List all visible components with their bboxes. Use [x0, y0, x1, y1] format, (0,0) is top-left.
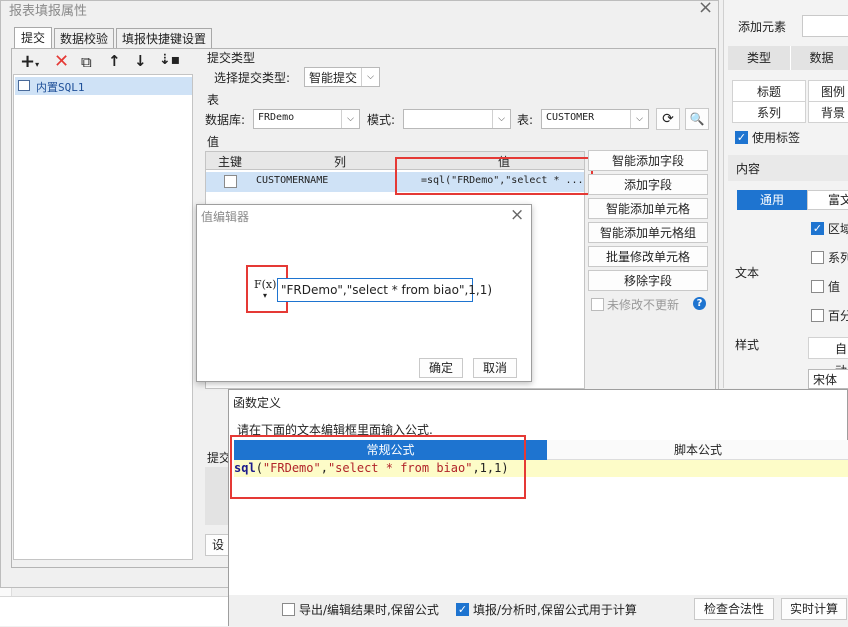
refresh-button[interactable]: ⟳	[656, 108, 680, 130]
submit-type-section: 提交类型	[207, 51, 256, 65]
table-section: 表	[207, 93, 220, 107]
ok-button[interactable]: 确定	[419, 358, 463, 378]
chevron-down-icon: ⌵	[492, 110, 510, 128]
sql-item-icon	[18, 80, 30, 91]
no-modify-label: 未修改不更新	[607, 298, 680, 312]
sheet-grid-bottom	[0, 596, 230, 626]
font-select[interactable]: 宋体	[808, 369, 848, 389]
add-element-label: 添加元素	[738, 20, 787, 34]
export-keep-label: 导出/编辑结果时,保留公式	[299, 603, 439, 617]
sort-icon[interactable]: ⇣▪	[159, 52, 180, 68]
area-checkbox[interactable]: ✓	[811, 222, 824, 235]
add-field-button[interactable]: 添加字段	[588, 174, 708, 195]
table-label: 表:	[517, 113, 534, 127]
tree-item[interactable]: 内置SQL1	[15, 77, 192, 95]
submit-type-select[interactable]: 智能提交 ⌵	[304, 67, 380, 87]
function-definition-dialog: 函数定义 请在下面的文本编辑框里面输入公式. 常规公式 脚本公式 sql("FR…	[228, 389, 848, 627]
schema-select[interactable]: ⌵	[403, 109, 511, 129]
export-keep-checkbox[interactable]	[282, 603, 295, 616]
tab-type[interactable]: 类型	[728, 46, 790, 70]
value-editor-dialog: 值编辑器 × F(x) ▾ "FRDemo","select * from bi…	[196, 204, 532, 382]
style-label: 样式	[735, 338, 760, 352]
tab-data[interactable]: 数据	[790, 46, 848, 70]
submit-type-label: 选择提交类型:	[214, 71, 291, 85]
close-icon[interactable]: ×	[510, 205, 524, 225]
use-label-text: 使用标签	[752, 131, 801, 145]
database-label: 数据库:	[205, 113, 246, 127]
table-select[interactable]: CUSTOMER ⌵	[541, 109, 649, 129]
content-header: 内容	[728, 155, 848, 181]
delete-icon[interactable]: ✕	[54, 51, 69, 72]
database-select[interactable]: FRDemo ⌵	[253, 109, 360, 129]
tab-shortcut-settings[interactable]: 填报快捷键设置	[116, 28, 212, 49]
batch-modify-cell-button[interactable]: 批量修改单元格	[588, 246, 708, 267]
value-input[interactable]: "FRDemo","select * from biao",1,1)	[277, 278, 492, 302]
fill-keep-checkbox[interactable]: ✓	[456, 603, 469, 616]
chevron-down-icon: ⌵	[630, 110, 648, 128]
dialog-title: 报表填报属性	[9, 4, 88, 19]
header-key: 主键	[218, 155, 243, 169]
area-label: 区域	[828, 222, 848, 236]
move-down-icon[interactable]: ↓	[134, 52, 147, 70]
legend-button[interactable]: 图例	[808, 80, 848, 102]
tab-script-formula[interactable]: 脚本公式	[547, 440, 848, 460]
series-checkbox[interactable]	[811, 251, 824, 264]
tab-submit[interactable]: 提交	[14, 27, 52, 49]
schema-label: 模式:	[367, 113, 396, 127]
formula-highlight	[230, 435, 526, 499]
row-column: CUSTOMERNAME	[256, 175, 329, 186]
add-element-input[interactable]	[802, 15, 848, 37]
primary-key-checkbox[interactable]	[224, 175, 237, 188]
value-checkbox[interactable]	[811, 280, 824, 293]
move-up-icon[interactable]: ↑	[108, 52, 121, 70]
chevron-down-icon: ⌵	[361, 68, 379, 86]
auto-button[interactable]: 自动	[808, 337, 848, 378]
tab-rich-text[interactable]: 富文	[807, 190, 848, 210]
chevron-down-icon: ⌵	[341, 110, 359, 128]
tab-data-check[interactable]: 数据校验	[54, 28, 114, 49]
header-column: 列	[334, 155, 347, 169]
value-highlight	[395, 157, 593, 195]
background-button[interactable]: 背景	[808, 101, 848, 123]
percent-checkbox[interactable]	[811, 309, 824, 322]
value-editor-title: 值编辑器	[201, 210, 250, 224]
text-label: 文本	[735, 266, 760, 280]
copy-icon[interactable]: ⧉	[81, 53, 92, 71]
title-button[interactable]: 标题	[732, 80, 806, 102]
smart-add-cell-button[interactable]: 智能添加单元格	[588, 198, 708, 219]
right-panel: 添加元素 类型 数据 标题 图例 系列 背景 ✓ 使用标签 内容 通用 富文 ✓…	[723, 0, 848, 389]
fill-keep-label: 填报/分析时,保留公式用于计算	[473, 603, 637, 617]
series-button[interactable]: 系列	[732, 101, 806, 123]
function-definition-title: 函数定义	[233, 396, 282, 410]
smart-add-field-button[interactable]: 智能添加字段	[588, 150, 708, 171]
value-label: 值	[828, 280, 841, 294]
use-label-checkbox[interactable]: ✓	[735, 131, 748, 144]
sql-tree: 内置SQL1	[13, 74, 193, 560]
smart-add-cell-group-button[interactable]: 智能添加单元格组	[588, 222, 708, 243]
preview-button[interactable]: 🔍	[685, 108, 709, 130]
values-section: 值	[207, 135, 220, 149]
tab-general[interactable]: 通用	[737, 190, 807, 210]
series-label: 系列	[828, 251, 848, 265]
tree-item-label: 内置SQL1	[36, 81, 85, 94]
check-validity-button[interactable]: 检查合法性	[694, 598, 774, 620]
realtime-calc-button[interactable]: 实时计算	[781, 598, 847, 620]
close-icon[interactable]: ×	[698, 0, 713, 18]
cancel-button[interactable]: 取消	[473, 358, 517, 378]
help-icon[interactable]: ?	[693, 297, 706, 310]
remove-field-button[interactable]: 移除字段	[588, 270, 708, 291]
percent-label: 百分	[828, 309, 848, 323]
add-icon[interactable]: +▾	[20, 51, 39, 72]
no-modify-checkbox[interactable]	[591, 298, 604, 311]
